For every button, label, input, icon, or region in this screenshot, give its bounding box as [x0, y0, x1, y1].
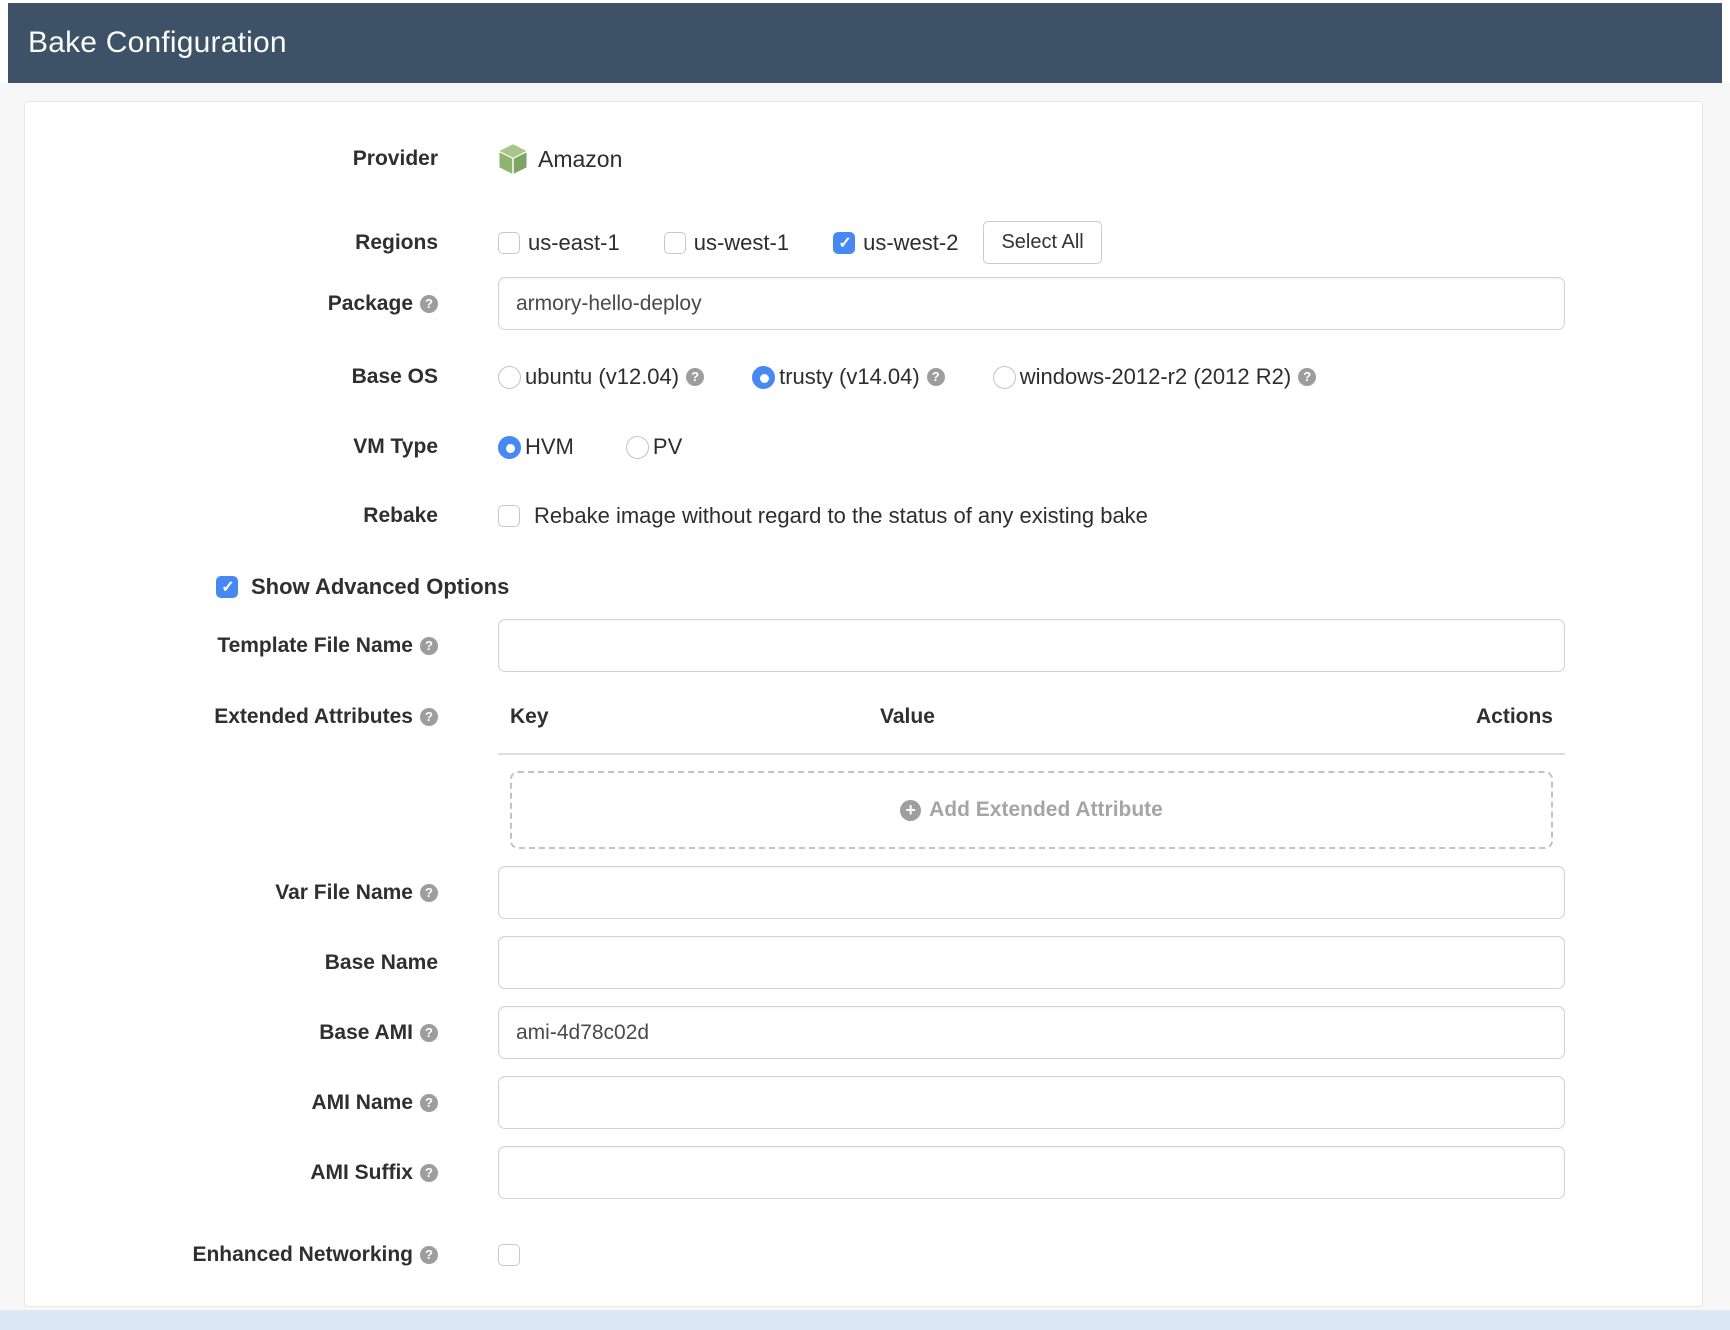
add-extended-attribute-label: Add Extended Attribute	[929, 798, 1163, 822]
base-os-option-ubuntu: ubuntu (v12.04)	[498, 364, 704, 390]
plus-icon	[900, 800, 921, 821]
base-os-radio-trusty[interactable]	[752, 366, 775, 389]
extended-attributes-row: Extended Attributes Key Value Actions	[25, 697, 1702, 737]
region-checkbox-us-west-2[interactable]	[833, 232, 855, 254]
base-os-radio-windows[interactable]	[993, 366, 1016, 389]
base-os-label: Base OS	[25, 364, 438, 389]
region-option-us-west-2: us-west-2	[833, 230, 958, 256]
vm-type-option-label: PV	[653, 434, 682, 460]
vm-type-radio-hvm[interactable]	[498, 436, 521, 459]
region-option-label: us-east-1	[528, 230, 620, 256]
page-top-margin: Bake Configuration	[0, 0, 1730, 83]
help-icon[interactable]	[686, 368, 704, 386]
base-os-row: Base OS ubuntu (v12.04) trusty (v14.04) …	[25, 357, 1702, 397]
enhanced-networking-label: Enhanced Networking	[25, 1242, 438, 1267]
base-name-row: Base Name	[25, 936, 1702, 989]
regions-row: Regions us-east-1 us-west-1 us-west-2 Se…	[25, 221, 1702, 264]
enhanced-networking-checkbox[interactable]	[498, 1244, 520, 1266]
show-advanced-checkbox[interactable]	[216, 576, 238, 598]
ami-name-input[interactable]	[498, 1076, 1565, 1129]
help-icon[interactable]	[420, 1094, 438, 1112]
var-file-name-row: Var File Name	[25, 866, 1702, 919]
ami-suffix-label: AMI Suffix	[25, 1160, 438, 1185]
column-header-value: Value	[880, 705, 1476, 729]
help-icon[interactable]	[927, 368, 945, 386]
base-name-label: Base Name	[25, 950, 438, 975]
add-extended-attribute-container: Add Extended Attribute	[498, 771, 1565, 849]
column-header-actions: Actions	[1476, 705, 1553, 729]
rebake-checkbox-label: Rebake image without regard to the statu…	[534, 503, 1148, 529]
template-file-name-input[interactable]	[498, 619, 1565, 672]
base-ami-input[interactable]	[498, 1006, 1565, 1059]
provider-row: Provider Amazon	[25, 139, 1702, 179]
aws-cube-icon	[498, 143, 528, 175]
extended-attributes-label: Extended Attributes	[25, 704, 438, 729]
select-all-button[interactable]: Select All	[983, 221, 1101, 264]
region-option-label: us-west-1	[694, 230, 789, 256]
base-os-radio-ubuntu[interactable]	[498, 366, 521, 389]
var-file-name-input[interactable]	[498, 866, 1565, 919]
region-checkbox-us-east-1[interactable]	[498, 232, 520, 254]
extended-attributes-table-header: Key Value Actions	[498, 705, 1565, 729]
package-row: Package	[25, 277, 1702, 330]
base-os-option-windows: windows-2012-r2 (2012 R2)	[993, 364, 1316, 390]
base-os-option-trusty: trusty (v14.04)	[752, 364, 945, 390]
base-os-option-label: ubuntu (v12.04)	[525, 364, 679, 390]
column-header-key: Key	[510, 705, 880, 729]
base-os-option-label: trusty (v14.04)	[779, 364, 920, 390]
bake-configuration-card: Provider Amazon Regions us-east-1 us-wes…	[24, 101, 1703, 1307]
template-file-name-row: Template File Name	[25, 619, 1702, 672]
provider-value: Amazon	[538, 146, 622, 173]
help-icon[interactable]	[1298, 368, 1316, 386]
var-file-name-label: Var File Name	[25, 880, 438, 905]
ami-name-label: AMI Name	[25, 1090, 438, 1115]
ami-suffix-row: AMI Suffix	[25, 1146, 1702, 1199]
region-option-label: us-west-2	[863, 230, 958, 256]
region-checkbox-us-west-1[interactable]	[664, 232, 686, 254]
help-icon[interactable]	[420, 708, 438, 726]
region-option-us-west-1: us-west-1	[664, 230, 789, 256]
rebake-label: Rebake	[25, 503, 438, 528]
modal-header: Bake Configuration	[8, 3, 1722, 83]
vm-type-label: VM Type	[25, 434, 438, 459]
help-icon[interactable]	[420, 637, 438, 655]
add-extended-attribute-button[interactable]: Add Extended Attribute	[510, 771, 1553, 849]
rebake-checkbox[interactable]	[498, 505, 520, 527]
provider-label: Provider	[25, 146, 438, 171]
vm-type-row: VM Type HVM PV	[25, 427, 1702, 467]
show-advanced-row: Show Advanced Options	[25, 567, 1702, 607]
region-option-us-east-1: us-east-1	[498, 230, 620, 256]
help-icon[interactable]	[420, 884, 438, 902]
help-icon[interactable]	[420, 1024, 438, 1042]
rebake-row: Rebake Rebake image without regard to th…	[25, 496, 1702, 536]
table-header-divider	[498, 753, 1565, 755]
ami-name-row: AMI Name	[25, 1076, 1702, 1129]
show-advanced-label: Show Advanced Options	[251, 574, 509, 600]
bottom-strip	[0, 1310, 1730, 1330]
base-name-input[interactable]	[498, 936, 1565, 989]
help-icon[interactable]	[420, 1246, 438, 1264]
vm-type-radio-pv[interactable]	[626, 436, 649, 459]
package-input[interactable]	[498, 277, 1565, 330]
package-label: Package	[25, 291, 438, 316]
vm-type-option-hvm: HVM	[498, 434, 574, 460]
vm-type-option-pv: PV	[626, 434, 682, 460]
base-ami-label: Base AMI	[25, 1020, 438, 1045]
base-os-option-label: windows-2012-r2 (2012 R2)	[1020, 364, 1291, 390]
help-icon[interactable]	[420, 295, 438, 313]
regions-label: Regions	[25, 230, 438, 255]
template-file-name-label: Template File Name	[25, 633, 438, 658]
enhanced-networking-row: Enhanced Networking	[25, 1235, 1702, 1275]
base-ami-row: Base AMI	[25, 1006, 1702, 1059]
rebake-option: Rebake image without regard to the statu…	[498, 503, 1148, 529]
ami-suffix-input[interactable]	[498, 1146, 1565, 1199]
help-icon[interactable]	[420, 1164, 438, 1182]
vm-type-option-label: HVM	[525, 434, 574, 460]
page-title: Bake Configuration	[28, 26, 287, 60]
